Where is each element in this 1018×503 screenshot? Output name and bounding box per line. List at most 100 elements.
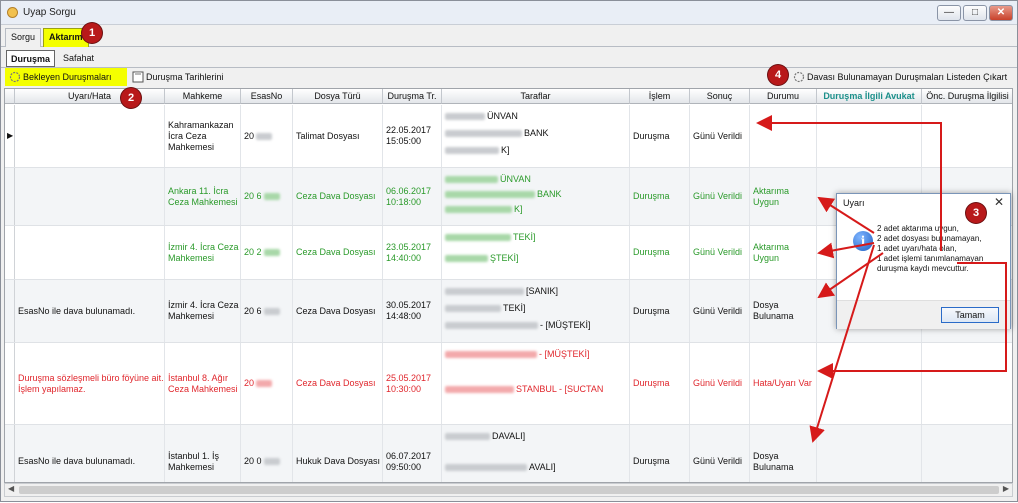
cell-esas[interactable]: 20	[241, 105, 293, 167]
cell-islem[interactable]: Duruşma	[630, 425, 690, 482]
cell-dosya[interactable]: Ceza Dava Dosyası	[293, 226, 383, 279]
cell-sonuc[interactable]: Günü Verildi	[690, 226, 750, 279]
cell-dosya[interactable]: Hukuk Dava Dosyası	[293, 425, 383, 482]
col-durusma-tarihi[interactable]: Duruşma Tr.	[383, 89, 442, 104]
cell-tarih[interactable]: 06.07.2017 09:50:00	[383, 425, 442, 482]
cell-islem[interactable]: Duruşma	[630, 280, 690, 342]
cell-avukat[interactable]	[817, 105, 922, 167]
table-row[interactable]: Duruşma sözleşmeli büro föyüne ait. İşle…	[5, 343, 1012, 425]
cell-islem[interactable]: Duruşma	[630, 105, 690, 167]
cell-taraflar[interactable]: TEKİ] ŞTEKİ]	[442, 226, 630, 279]
horizontal-scrollbar[interactable]: ◀ ▶	[4, 483, 1013, 497]
cell-uyari[interactable]	[15, 105, 165, 167]
row-selector[interactable]	[5, 280, 15, 342]
dialog-close-icon[interactable]: ✕	[994, 195, 1004, 209]
cell-dosya[interactable]: Talimat Dosyası	[293, 105, 383, 167]
row-selector[interactable]: ▶	[5, 105, 15, 167]
cell-sonuc[interactable]: Günü Verildi	[690, 343, 750, 424]
cell-sonuc[interactable]: Günü Verildi	[690, 105, 750, 167]
col-taraflar[interactable]: Taraflar	[442, 89, 630, 104]
col-onceki-durusma[interactable]: Önc. Duruşma İlgilisi	[922, 89, 1012, 104]
tab-sorgu[interactable]: Sorgu	[5, 28, 42, 47]
cell-tarih[interactable]: 06.06.2017 10:18:00	[383, 168, 442, 225]
col-durusma-avukat[interactable]: Duruşma İlgili Avukat	[817, 89, 922, 104]
cell-islem[interactable]: Duruşma	[630, 226, 690, 279]
minimize-button[interactable]: —	[937, 5, 961, 21]
cell-dosya[interactable]: Ceza Dava Dosyası	[293, 168, 383, 225]
close-button[interactable]: ✕	[989, 5, 1013, 21]
cell-taraflar[interactable]: [SANIK] TEKİ] - [MÜŞTEKİ]	[442, 280, 630, 342]
cell-durum[interactable]: Dosya Bulunama	[750, 425, 817, 482]
ok-button[interactable]: Tamam	[941, 307, 999, 323]
cell-sonuc[interactable]: Günü Verildi	[690, 425, 750, 482]
cell-tarih[interactable]: 23.05.2017 14:40:00	[383, 226, 442, 279]
scroll-right-icon[interactable]: ▶	[1003, 484, 1009, 493]
cell-taraflar[interactable]: - [MÜŞTEKİ] STANBUL - [SUCTAN	[442, 343, 630, 424]
transfer-dates-button[interactable]: Duruşma Tarihlerini Aktar	[128, 68, 243, 100]
cell-tarih[interactable]: 25.05.2017 10:30:00	[383, 343, 442, 424]
taraf-label: [SANIK]	[526, 286, 559, 296]
cell-mahkeme[interactable]: İstanbul 8. Ağır Ceza Mahkemesi	[165, 343, 241, 424]
scroll-left-icon[interactable]: ◀	[8, 484, 14, 493]
cell-onceki[interactable]	[922, 425, 1012, 482]
cell-durum[interactable]: Dosya Bulunama	[750, 280, 817, 342]
cell-sonuc[interactable]: Günü Verildi	[690, 280, 750, 342]
cell-tarih[interactable]: 30.05.2017 14:48:00	[383, 280, 442, 342]
col-mahkeme[interactable]: Mahkeme	[165, 89, 241, 104]
cell-taraflar[interactable]: ÜNVAN BANK K]	[442, 105, 630, 167]
col-esasno[interactable]: EsasNo	[241, 89, 293, 104]
cell-mahkeme[interactable]: İzmir 4. İcra Ceza Mahkemesi	[165, 226, 241, 279]
cell-esas[interactable]: 20 0	[241, 425, 293, 482]
cell-mahkeme[interactable]: Kahramankazan İcra Ceza Mahkemesi	[165, 105, 241, 167]
col-durumu[interactable]: Durumu	[750, 89, 817, 104]
row-selector[interactable]	[5, 425, 15, 482]
tab-durusma[interactable]: Duruşma	[6, 50, 56, 67]
cell-tarih[interactable]: 22.05.2017 15:05:00	[383, 105, 442, 167]
maximize-button[interactable]: □	[963, 5, 987, 21]
col-dosya-turu[interactable]: Dosya Türü	[293, 89, 383, 104]
cell-esas[interactable]: 20 6	[241, 168, 293, 225]
durum-text: Hata/Uyarı Var	[753, 378, 812, 388]
cell-avukat[interactable]	[817, 343, 922, 424]
remove-missing-button[interactable]: Davası Bulunamayan Duruşmaları Listeden …	[789, 68, 1015, 100]
col-islem[interactable]: İşlem	[630, 89, 690, 104]
cell-durum[interactable]	[750, 105, 817, 167]
cell-durum[interactable]: Aktarıma Uygun	[750, 226, 817, 279]
row-selector[interactable]	[5, 343, 15, 424]
esas-text: 20	[244, 378, 255, 388]
cell-islem[interactable]: Duruşma	[630, 168, 690, 225]
cell-uyari[interactable]: EsasNo ile dava bulunamadı.	[15, 425, 165, 482]
cell-durum[interactable]: Hata/Uyarı Var	[750, 343, 817, 424]
col-sonuc[interactable]: Sonuç	[690, 89, 750, 104]
cell-uyari[interactable]	[15, 168, 165, 225]
scrollbar-thumb[interactable]	[19, 486, 999, 494]
redacted-text	[445, 433, 490, 441]
cell-onceki[interactable]	[922, 105, 1012, 167]
cell-taraflar[interactable]: ÜNVAN BANK K]	[442, 168, 630, 225]
cell-durum[interactable]: Aktarıma Uygun	[750, 168, 817, 225]
col-uyari[interactable]: Uyarı/Hata	[15, 89, 165, 104]
cell-esas[interactable]: 20 6	[241, 280, 293, 342]
cell-islem[interactable]: Duruşma	[630, 343, 690, 424]
cell-taraflar[interactable]: DAVALI] AVALI]	[442, 425, 630, 482]
table-row[interactable]: ▶ Kahramankazan İcra Ceza Mahkemesi 20 Tali…	[5, 105, 1012, 168]
cell-uyari[interactable]: Duruşma sözleşmeli büro föyüne ait. İşle…	[15, 343, 165, 424]
cell-esas[interactable]: 20 2	[241, 226, 293, 279]
cell-dosya[interactable]: Ceza Dava Dosyası	[293, 280, 383, 342]
cell-uyari[interactable]	[15, 226, 165, 279]
cell-onceki[interactable]	[922, 343, 1012, 424]
cell-mahkeme[interactable]: İzmir 4. İcra Ceza Mahkemesi	[165, 280, 241, 342]
row-selector[interactable]	[5, 168, 15, 225]
list-pending-button[interactable]: Bekleyen Duruşmaları Listele	[5, 68, 127, 100]
cell-mahkeme[interactable]: İstanbul 1. İş Mahkemesi	[165, 425, 241, 482]
row-selector[interactable]	[5, 226, 15, 279]
cell-sonuc[interactable]: Günü Verildi	[690, 168, 750, 225]
tab-safahat[interactable]: Safahat	[59, 50, 98, 67]
table-row[interactable]: EsasNo ile dava bulunamadı. İstanbul 1. İ…	[5, 425, 1012, 482]
cell-avukat[interactable]	[817, 425, 922, 482]
cell-uyari[interactable]: EsasNo ile dava bulunamadı.	[15, 280, 165, 342]
cell-esas[interactable]: 20	[241, 343, 293, 424]
cell-dosya[interactable]: Ceza Dava Dosyası	[293, 343, 383, 424]
redacted-text	[445, 176, 498, 184]
cell-mahkeme[interactable]: Ankara 11. İcra Ceza Mahkemesi	[165, 168, 241, 225]
